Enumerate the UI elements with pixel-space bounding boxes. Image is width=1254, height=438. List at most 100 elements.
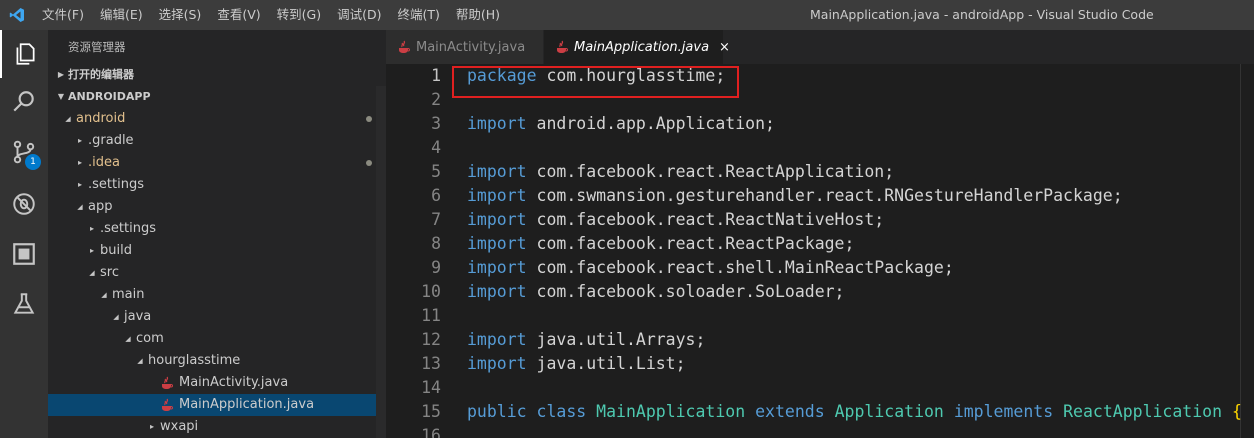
code-token: package xyxy=(467,66,537,85)
test-icon[interactable] xyxy=(0,280,48,328)
code-token: com.swmansion.gesturehandler.react.RNGes… xyxy=(536,186,1123,205)
chevron-right-icon: ▸ xyxy=(149,422,154,431)
code-token: import xyxy=(467,210,527,229)
code-line: 12 import java.util.Arrays; xyxy=(386,328,1254,352)
code-text: import com.facebook.react.shell.MainReac… xyxy=(467,256,954,280)
close-icon[interactable]: × xyxy=(719,40,730,55)
code-token: com.facebook.react.shell.MainReactPackag… xyxy=(536,258,954,277)
folder-item[interactable]: ▸ .idea xyxy=(48,152,386,174)
code-text: package com.hourglasstime; xyxy=(467,64,725,88)
tab-label: MainApplication.java xyxy=(574,39,710,55)
java-file-icon xyxy=(160,376,174,390)
code-token: import xyxy=(467,234,527,253)
code-line: 3 import android.app.Application; xyxy=(386,112,1254,136)
java-file-icon xyxy=(398,40,410,54)
menu-item[interactable]: 选择(S) xyxy=(151,0,210,30)
line-number: 11 xyxy=(421,306,441,325)
folder-item[interactable]: ◢ src xyxy=(48,262,386,284)
editor-tabs: MainActivity.java MainApplication.java × xyxy=(386,30,1254,64)
line-number: 15 xyxy=(421,402,441,421)
code-token: com.facebook.react.ReactNativeHost; xyxy=(536,210,885,229)
folder-item[interactable]: ◢ hourglasstime xyxy=(48,350,386,372)
code-line: 5 import com.facebook.react.ReactApplicat… xyxy=(386,160,1254,184)
folder-item[interactable]: ◢ java xyxy=(48,306,386,328)
tree-item-label: MainActivity.java xyxy=(179,375,289,390)
folder-item[interactable]: ◢ android xyxy=(48,108,386,130)
tree-item-label: .idea xyxy=(88,155,120,170)
menu-item[interactable]: 帮助(H) xyxy=(448,0,508,30)
menu-item[interactable]: 查看(V) xyxy=(209,0,268,30)
folder-item[interactable]: ▸ build xyxy=(48,240,386,262)
sidebar-scrollbar[interactable] xyxy=(376,86,386,438)
folder-item[interactable]: ▸ wxapi xyxy=(48,416,386,438)
project-section[interactable]: ▼ ANDROIDAPP xyxy=(48,86,386,108)
line-number: 13 xyxy=(421,354,441,373)
code-token: com.facebook.react.ReactPackage; xyxy=(536,234,855,253)
line-number: 2 xyxy=(431,90,441,109)
chevron-right-icon: ▶ xyxy=(57,70,65,79)
code-line: 15 public class MainApplication extends A… xyxy=(386,400,1254,424)
menu-item[interactable]: 调试(D) xyxy=(329,0,389,30)
chevron-right-icon: ▸ xyxy=(89,224,94,233)
code-token: import xyxy=(467,258,527,277)
tree-item-label: .settings xyxy=(100,221,156,236)
code-text: import com.swmansion.gesturehandler.reac… xyxy=(467,184,1123,208)
folder-item[interactable]: ▸ .settings xyxy=(48,218,386,240)
code-token: com.facebook.soloader.SoLoader; xyxy=(536,282,845,301)
code-token: import xyxy=(467,330,527,349)
code-line: 2 xyxy=(386,88,1254,112)
open-editors-label: 打开的编辑器 xyxy=(68,68,134,81)
java-file-icon xyxy=(556,40,568,54)
debug-icon[interactable] xyxy=(0,180,48,228)
search-icon[interactable] xyxy=(0,78,48,126)
code-line: 4 xyxy=(386,136,1254,160)
line-number: 3 xyxy=(431,114,441,133)
code-text: import com.facebook.soloader.SoLoader; xyxy=(467,280,845,304)
code-token: MainApplication xyxy=(596,402,746,421)
extensions-icon[interactable] xyxy=(0,230,48,278)
menu-bar: 文件(F) 编辑(E) 选择(S) 查看(V) 转到(G) 调试(D) 终端(T) 帮助(H) xyxy=(34,0,508,30)
window-title: MainApplication.java - androidApp - Visu… xyxy=(810,7,1154,22)
code-token: android.app.Application; xyxy=(536,114,775,133)
folder-item[interactable]: ◢ main xyxy=(48,284,386,306)
modified-dot-icon xyxy=(366,160,372,166)
tree-item-label: .gradle xyxy=(88,133,134,148)
code-line: 10 import com.facebook.soloader.SoLoader; xyxy=(386,280,1254,304)
folder-item[interactable]: ◢ app xyxy=(48,196,386,218)
code-token: { xyxy=(1231,402,1242,421)
menu-item[interactable]: 编辑(E) xyxy=(92,0,151,30)
chevron-down-icon: ◢ xyxy=(113,313,119,321)
code-line: 14 xyxy=(386,376,1254,400)
code-token: java.util.Arrays; xyxy=(536,330,706,349)
menu-item[interactable]: 终端(T) xyxy=(389,0,447,30)
menu-item[interactable]: 文件(F) xyxy=(34,0,92,30)
vscode-logo-icon xyxy=(0,0,34,30)
tab-main-application[interactable]: MainApplication.java × xyxy=(544,30,730,64)
code-token: class xyxy=(536,402,587,421)
menu-item[interactable]: 转到(G) xyxy=(269,0,329,30)
tree-item-label: main xyxy=(112,287,145,302)
java-file-icon xyxy=(160,398,174,412)
line-number: 16 xyxy=(421,426,441,438)
line-number: 6 xyxy=(431,186,441,205)
file-item[interactable]: MainApplication.java xyxy=(48,394,386,416)
folder-item[interactable]: ◢ com xyxy=(48,328,386,350)
tab-main-activity[interactable]: MainActivity.java xyxy=(386,30,544,64)
code-token: public xyxy=(467,402,527,421)
line-number: 4 xyxy=(431,138,441,157)
folder-item[interactable]: ▸ .gradle xyxy=(48,130,386,152)
code-text: import java.util.Arrays; xyxy=(467,328,705,352)
tree-item-label: app xyxy=(88,199,113,214)
code-text: public class MainApplication extends App… xyxy=(467,400,1242,424)
explorer-icon[interactable] xyxy=(0,30,48,78)
file-tree: ◢ android ▸ .gradle ▸ .idea ▸ .settings ◢ app ▸ .se… xyxy=(48,108,386,438)
chevron-down-icon: ◢ xyxy=(65,115,71,123)
open-editors-section[interactable]: ▶ 打开的编辑器 xyxy=(48,64,386,86)
tree-item-label: com xyxy=(136,331,164,346)
source-control-icon[interactable]: 1 xyxy=(0,128,48,176)
file-item[interactable]: MainActivity.java xyxy=(48,372,386,394)
code-editor[interactable]: 1 package com.hourglasstime; 2 3 import andr… xyxy=(386,64,1254,438)
folder-item[interactable]: ▸ .settings xyxy=(48,174,386,196)
activity-bar: 1 xyxy=(0,30,48,438)
tree-item-label: java xyxy=(124,309,152,324)
